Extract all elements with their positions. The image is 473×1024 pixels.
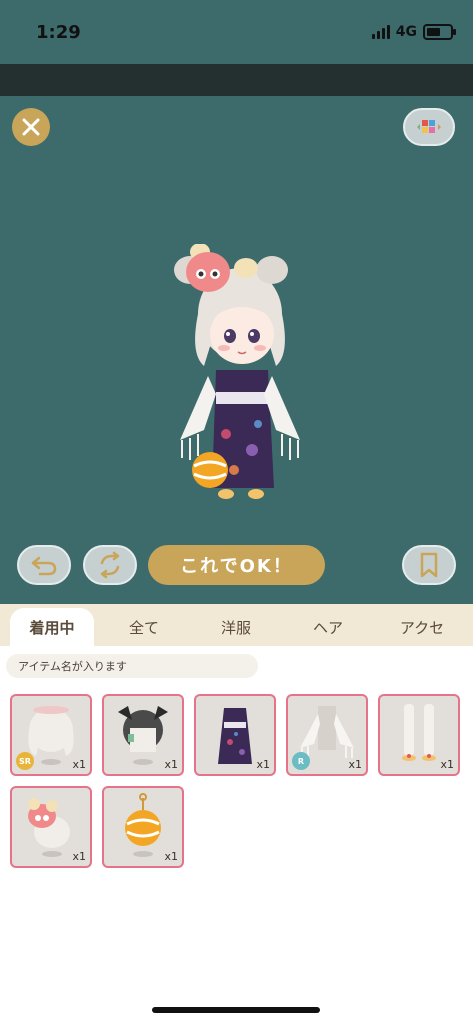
bookmark-button[interactable] xyxy=(402,545,456,585)
item-card[interactable]: SR x1 xyxy=(10,694,92,776)
tab-wearing[interactable]: 着用中 xyxy=(10,608,94,646)
item-card[interactable]: x1 xyxy=(102,694,184,776)
battery-icon xyxy=(423,24,456,40)
item-quantity: x1 xyxy=(72,850,86,863)
item-card[interactable]: x1 xyxy=(378,694,460,776)
close-button[interactable] xyxy=(12,108,50,146)
category-tabs: 着用中 全て 洋服 ヘア アクセ xyxy=(0,604,473,646)
confirm-ok-button[interactable]: これでOK！ xyxy=(148,545,325,585)
item-quantity: x1 xyxy=(256,758,270,771)
item-quantity: x1 xyxy=(164,850,178,863)
item-card[interactable]: x1 xyxy=(102,786,184,868)
undo-button[interactable] xyxy=(17,545,71,585)
rarity-badge: SR xyxy=(16,752,34,770)
undo-arrow-icon xyxy=(31,556,57,576)
item-card[interactable]: R x1 xyxy=(286,694,368,776)
avatar-stage: これでOK！ xyxy=(0,96,473,604)
status-time: 1:29 xyxy=(36,22,81,43)
color-grid-icon xyxy=(417,120,441,133)
item-card[interactable]: x1 xyxy=(194,694,276,776)
rarity-badge: R xyxy=(292,752,310,770)
avatar-character xyxy=(174,244,300,499)
tab-accessories[interactable]: アクセ xyxy=(382,608,462,646)
header-band xyxy=(0,64,473,96)
item-quantity: x1 xyxy=(348,758,362,771)
item-card[interactable]: x1 xyxy=(10,786,92,868)
close-icon xyxy=(22,118,40,136)
home-indicator[interactable] xyxy=(152,1007,320,1013)
battery-level xyxy=(427,28,440,36)
network-type: 4G xyxy=(395,24,417,40)
status-indicators: 4G xyxy=(371,24,456,40)
refresh-button[interactable] xyxy=(83,545,137,585)
item-name-search[interactable]: アイテム名が入ります xyxy=(6,654,258,678)
color-palette-button[interactable] xyxy=(403,108,455,146)
signal-icon xyxy=(371,25,390,39)
refresh-icon xyxy=(100,551,120,579)
item-quantity: x1 xyxy=(72,758,86,771)
tab-all[interactable]: 全て xyxy=(106,608,182,646)
status-bar: 1:29 4G xyxy=(0,0,473,64)
item-quantity: x1 xyxy=(440,758,454,771)
bookmark-icon xyxy=(420,552,438,578)
item-quantity: x1 xyxy=(164,758,178,771)
tab-clothes[interactable]: 洋服 xyxy=(198,608,274,646)
tab-hair[interactable]: ヘア xyxy=(290,608,366,646)
item-list: アイテム名が入ります SR x1 x1 x1 R x1 x1 x1 x1 xyxy=(0,646,473,1024)
